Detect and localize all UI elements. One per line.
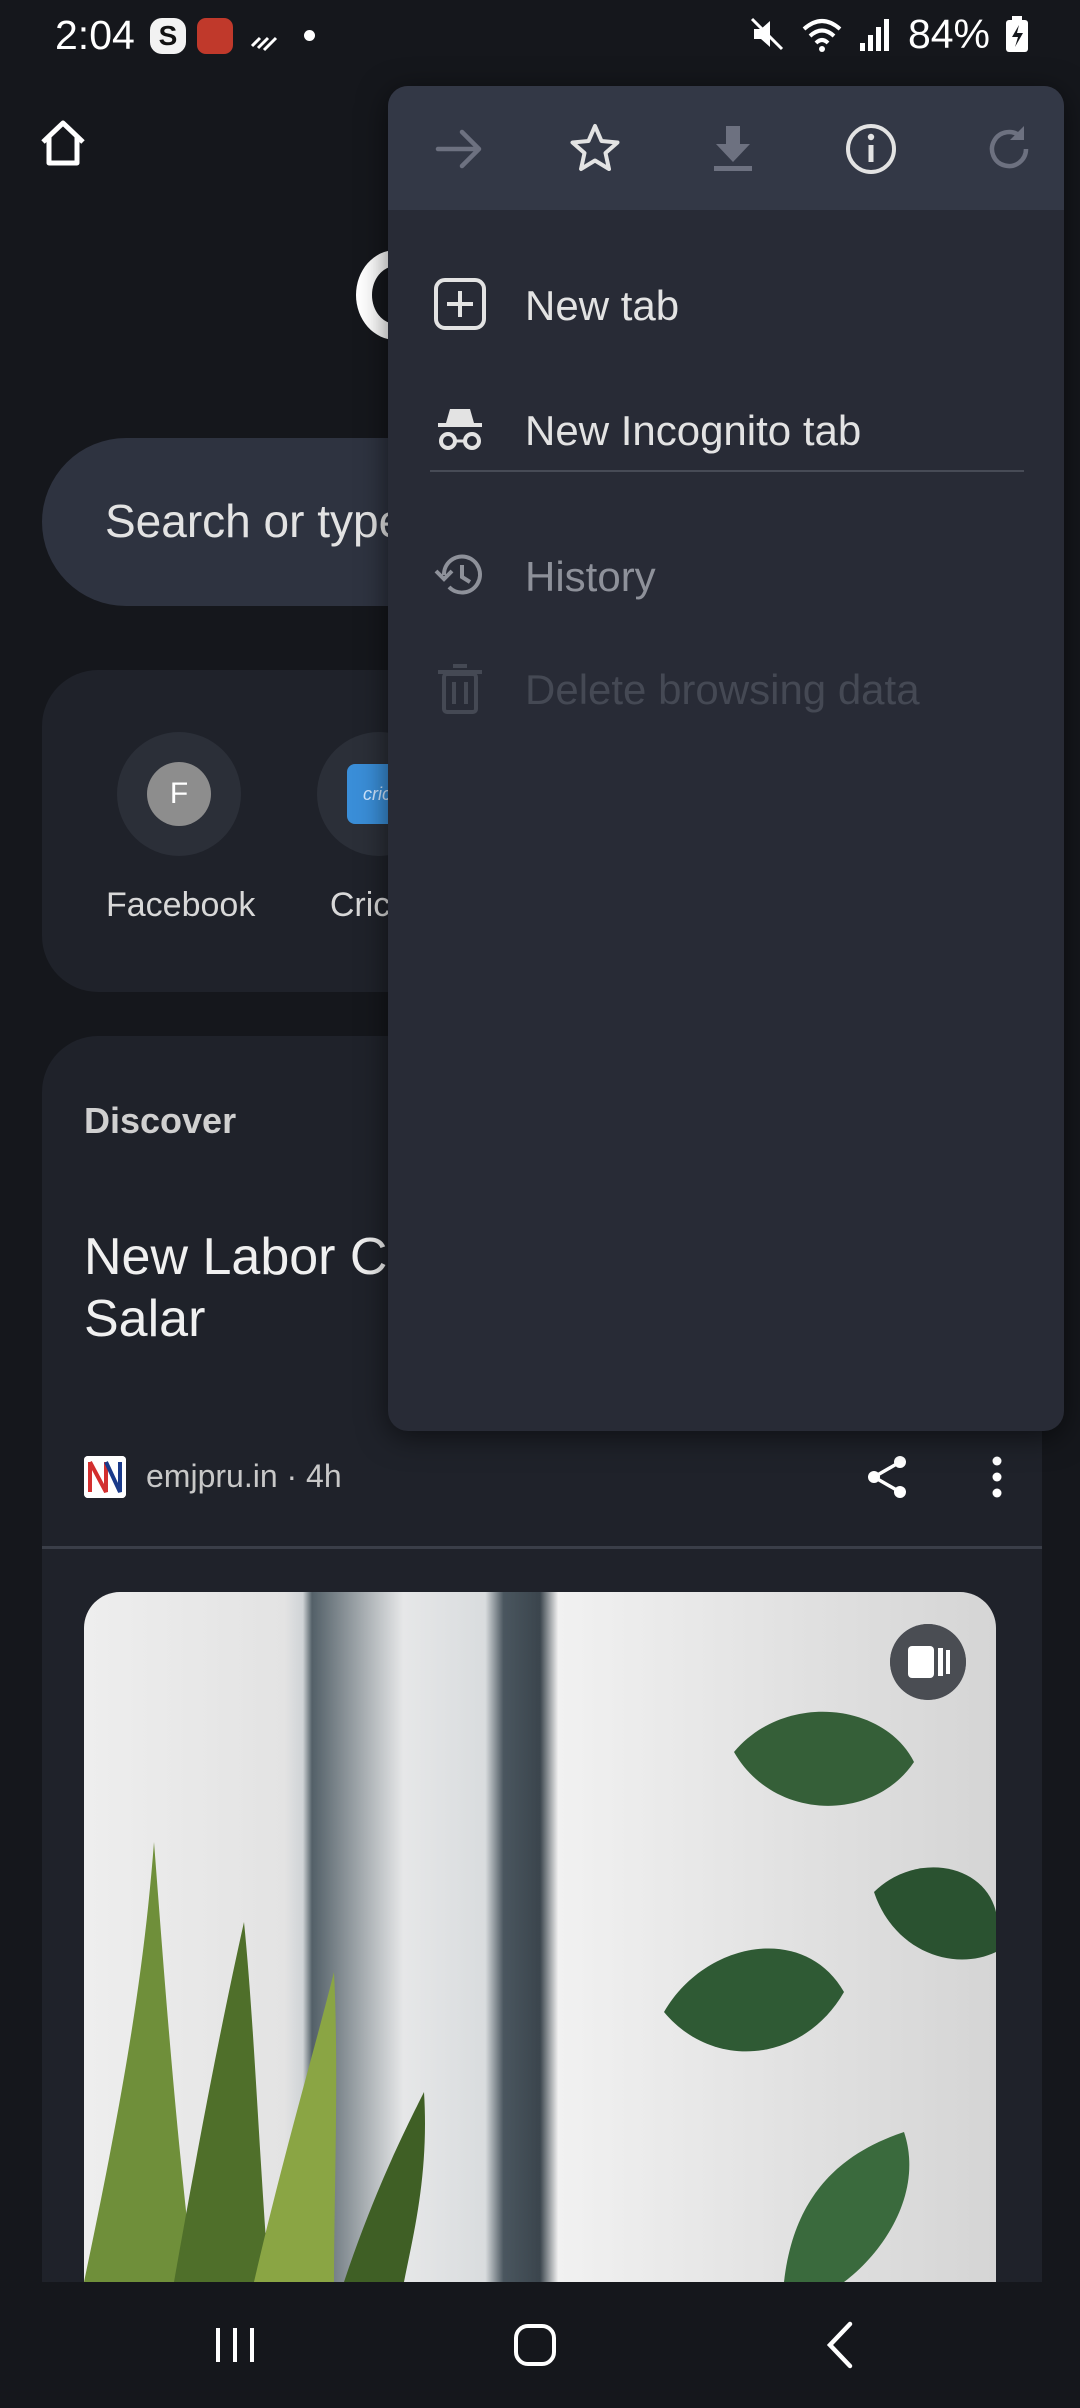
mute-icon [750, 17, 783, 51]
divider [42, 1546, 1042, 1549]
menu-item-label: New Incognito tab [525, 407, 862, 454]
wifi-icon [802, 19, 842, 52]
menu-item-history[interactable]: History [388, 521, 1064, 631]
status-time: 2:04 [55, 12, 135, 58]
s-app-icon: S [150, 18, 186, 54]
more-notifications-dot-icon [304, 30, 315, 41]
battery-charging-icon [1006, 16, 1028, 52]
bookmark-star-icon[interactable] [566, 120, 624, 178]
back-button[interactable] [806, 2310, 876, 2380]
app-notification-icon [197, 18, 233, 54]
menu-item-label: History [525, 553, 656, 600]
menu-toolbar [388, 86, 1064, 210]
info-icon[interactable] [842, 120, 900, 178]
incognito-icon [438, 409, 482, 450]
trash-icon [438, 664, 482, 714]
menu-divider [430, 470, 1024, 472]
home-button[interactable] [38, 118, 88, 168]
menu-item-new-tab[interactable]: New tab [388, 250, 1064, 360]
menu-item-label: New tab [525, 282, 680, 329]
satellite-notification-icon [250, 36, 278, 52]
recent-apps-button[interactable] [200, 2310, 270, 2380]
signal-icon [859, 19, 889, 51]
reload-icon[interactable] [980, 120, 1038, 178]
shortcut-facebook-icon: F [117, 732, 241, 856]
more-options-button[interactable] [974, 1454, 1020, 1500]
article-source: emjpru.in · 4h [146, 1458, 342, 1494]
battery-percent: 84% [907, 10, 990, 57]
status-bar: 2:04 S 84% [0, 0, 1080, 70]
facebook-letter-icon: F [147, 762, 211, 826]
video-badge-icon [890, 1624, 966, 1700]
forward-icon[interactable] [430, 120, 488, 178]
share-button[interactable] [864, 1454, 910, 1500]
new-tab-icon [434, 278, 486, 330]
home-nav-button[interactable] [500, 2310, 570, 2380]
status-right: 84% [748, 10, 1030, 57]
article-image-plants[interactable] [84, 1592, 996, 2282]
article-source-row: emjpru.in · 4h [84, 1454, 1004, 1504]
source-favicon-icon [84, 1456, 126, 1498]
download-icon[interactable] [704, 120, 762, 178]
menu-item-label: Delete browsing data [525, 666, 920, 713]
discover-heading: Discover [84, 1100, 237, 1141]
shortcut-facebook[interactable]: F Facebook [106, 732, 256, 925]
menu-item-delete-browsing-data[interactable]: Delete browsing data [388, 634, 1064, 744]
plants-illustration [84, 1711, 996, 2282]
history-icon [434, 554, 482, 595]
shortcut-label: Facebook [106, 886, 256, 924]
system-nav-bar [0, 2282, 1080, 2408]
menu-item-new-incognito-tab[interactable]: New Incognito tab [388, 375, 1064, 485]
search-placeholder: Search or type [105, 495, 405, 547]
overflow-menu: New tab New Incognito tab History Delete… [388, 86, 1064, 1431]
